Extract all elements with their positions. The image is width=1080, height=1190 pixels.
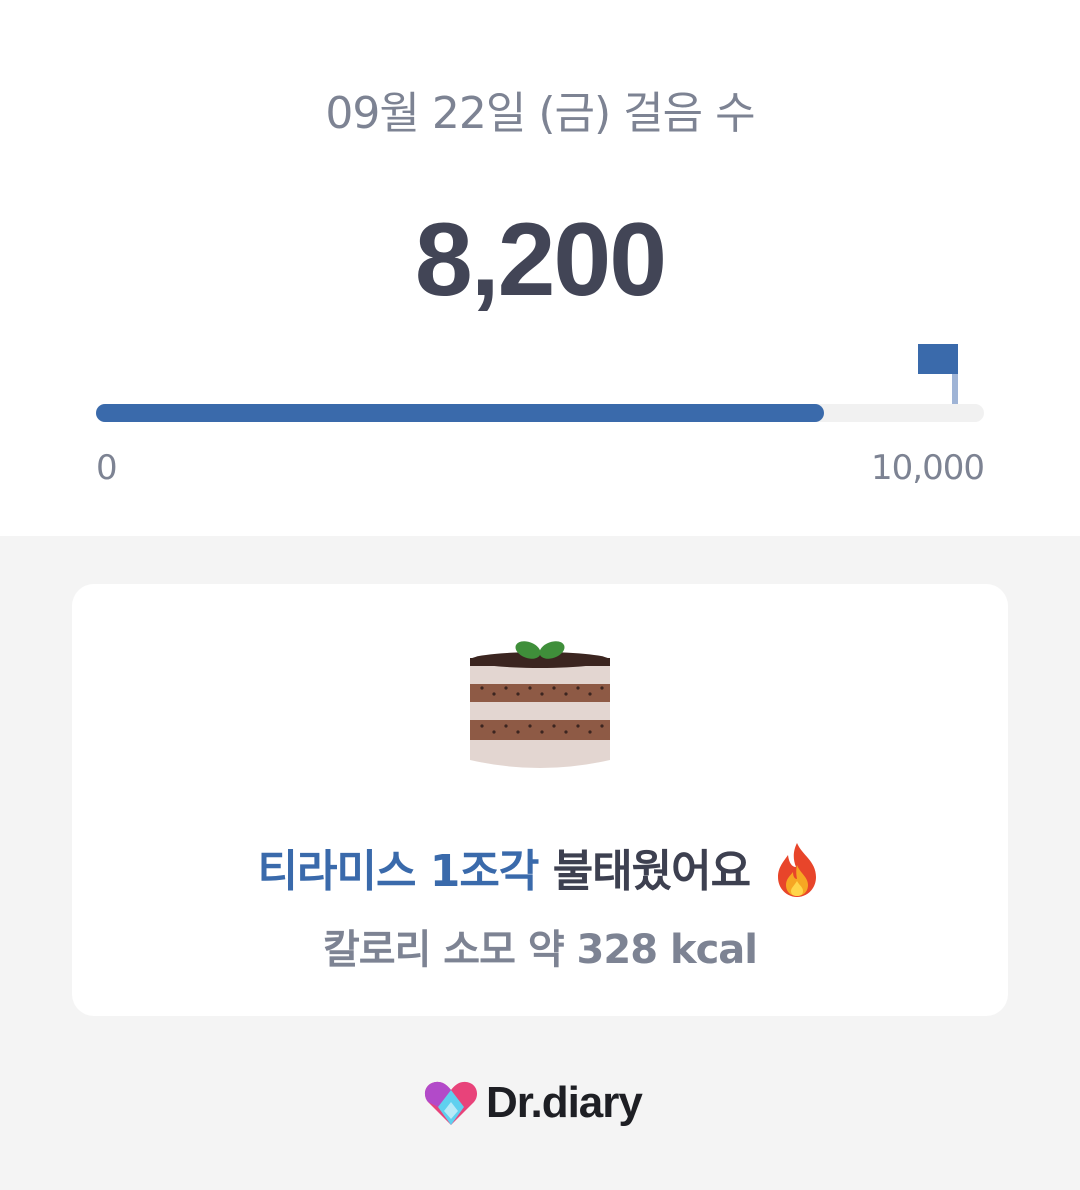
date-title: 09월 22일 (금) 걸음 수 [325, 88, 755, 139]
burn-message-rest: 불태웠어요 [552, 846, 751, 897]
tiramisu-cake-icon [470, 641, 610, 768]
fire-icon [778, 843, 817, 897]
step-progress-fill [96, 404, 825, 422]
burn-message: 티라미스 1조각 불태웠어요 [0, 842, 1080, 902]
brand-footer: Dr.diary [424, 1076, 643, 1130]
brand-name: Dr.diary [486, 1078, 643, 1127]
progress-min-label: 0 [96, 448, 118, 488]
goal-flag-icon [918, 344, 958, 404]
step-progress-bar [96, 404, 984, 422]
steps-summary-section: 09월 22일 (금) 걸음 수 8,200 0 10,000 [0, 0, 1080, 536]
dr-diary-heart-logo [424, 1081, 478, 1125]
progress-max-label: 10,000 [871, 448, 985, 488]
step-count: 8,200 [414, 202, 667, 318]
calorie-burn-text: 칼로리 소모 약 328 kcal [322, 927, 758, 973]
burn-food-highlight: 티라미스 1조각 [257, 846, 540, 897]
